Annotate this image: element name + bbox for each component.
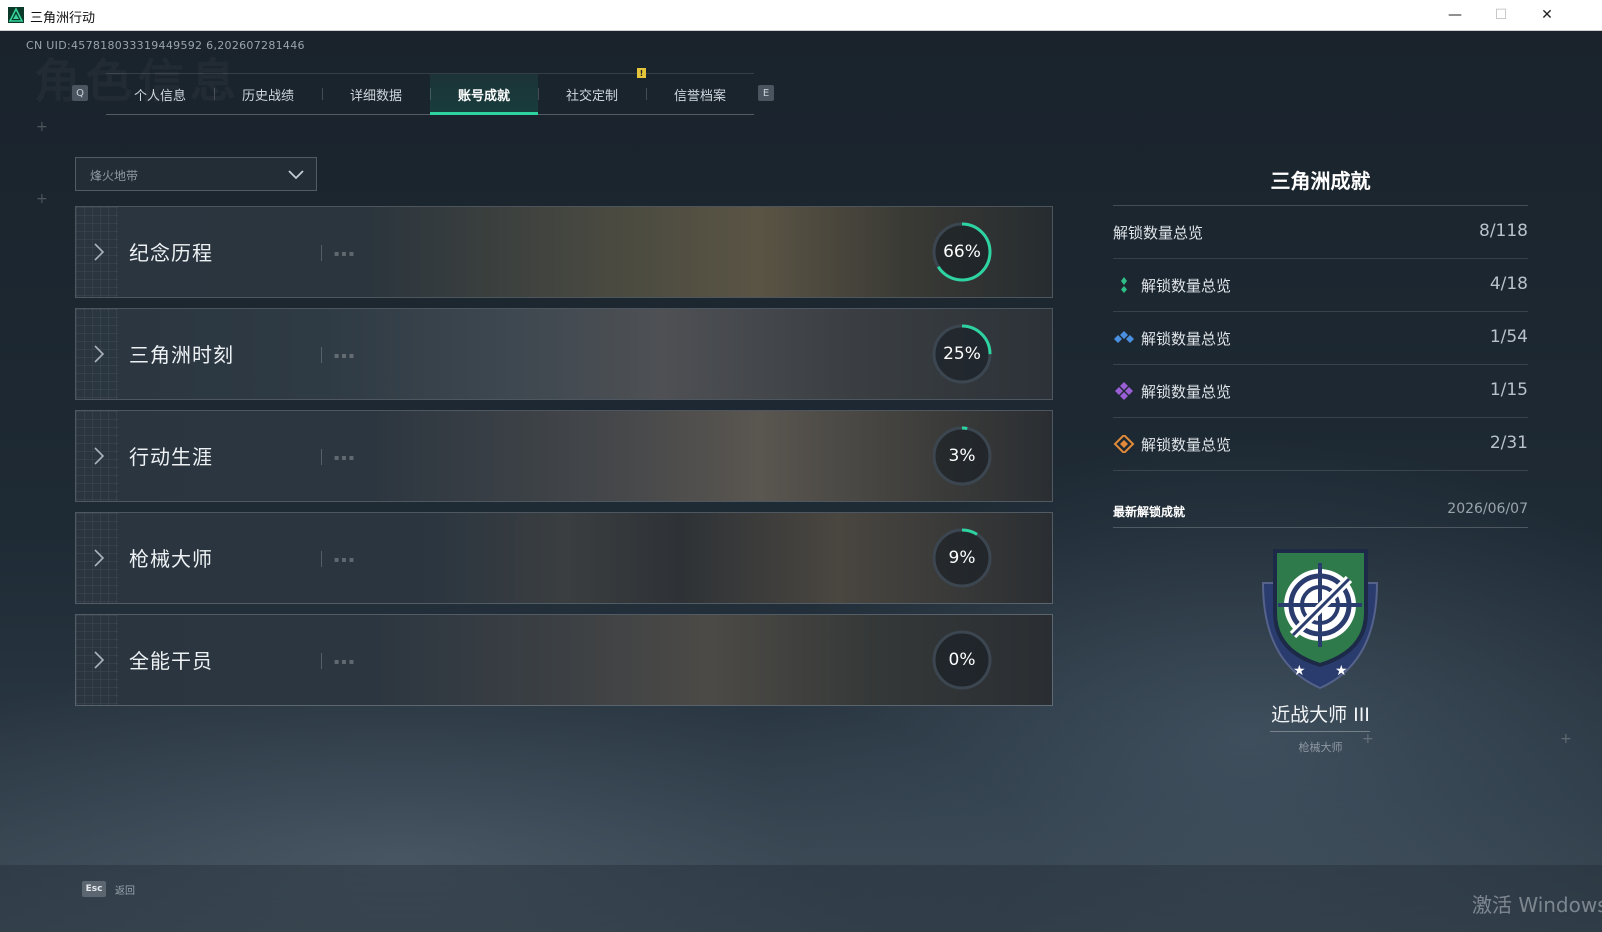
total-unlock-label: 解锁数量总览 (1113, 224, 1204, 242)
chevron-right-icon (94, 549, 105, 567)
category-label: 枪械大师 (129, 547, 213, 571)
tab-strip: 个人信息 历史战绩 详细数据 账号成就 社交定制 信誉档案 (106, 73, 754, 115)
next-tab-key-hint[interactable]: E (758, 85, 774, 101)
tab-account-achievements[interactable]: 账号成就 (430, 74, 538, 115)
achievement-summary-panel: 三角洲成就 解锁数量总览 8/118 解锁数量总览 4/18 解锁数量总览 1/… (1113, 151, 1528, 754)
windows-activation-watermark: 激活 Windows (1472, 893, 1602, 917)
latest-achievement-name: 近战大师 III (1271, 704, 1370, 726)
chevron-down-icon (288, 170, 304, 180)
tier-label: 解锁数量总览 (1141, 383, 1232, 401)
chevron-right-icon (94, 345, 105, 363)
tier-label: 解锁数量总览 (1141, 330, 1232, 348)
total-unlock-count: 8/118 (1479, 221, 1528, 241)
category-card-delta-moments[interactable]: 三角洲时刻 ▪▪▪ 25% (75, 308, 1053, 400)
category-card-memorial[interactable]: 纪念历程 ▪▪▪ 66% (75, 206, 1053, 298)
category-percent: 66% (943, 242, 981, 262)
decor-cross-icon: + (36, 119, 48, 135)
chevron-right-icon (94, 447, 105, 465)
tier-row-blue: 解锁数量总览 1/54 (1113, 312, 1528, 365)
window-title-bar: 三角洲行动 — ☐ ✕ (0, 0, 1602, 31)
game-mode-dropdown[interactable]: 烽火地带 (75, 157, 317, 191)
tier-count: 1/54 (1489, 327, 1528, 347)
tier-row-orange: 解锁数量总览 2/31 (1113, 418, 1528, 471)
close-button[interactable]: ✕ (1524, 0, 1570, 30)
category-card-all-round-operator[interactable]: 全能干员 ▪▪▪ 0% (75, 614, 1053, 706)
category-percent: 9% (948, 548, 976, 568)
decor-cross-icon: + (36, 191, 48, 207)
latest-achievement-card[interactable]: ★ ★ 近战大师 III 枪械大师 (1113, 503, 1528, 763)
category-label: 全能干员 (129, 649, 213, 673)
svg-text:★: ★ (1335, 663, 1348, 679)
category-label: 三角洲时刻 (129, 343, 234, 367)
category-percent: 0% (948, 650, 976, 670)
tab-social-customization[interactable]: 社交定制 (538, 74, 646, 114)
tier-count: 1/15 (1489, 380, 1528, 400)
game-screen: 角色信息 CN UID:457818033319449592 6,2026072… (0, 31, 1602, 932)
minimize-button[interactable]: — (1432, 0, 1478, 30)
tier-row-green: 解锁数量总览 4/18 (1113, 259, 1528, 312)
game-mode-value: 烽火地带 (90, 169, 139, 183)
tier-label: 解锁数量总览 (1141, 277, 1232, 295)
panel-title: 三角洲成就 (1113, 151, 1528, 206)
tab-personal-info[interactable]: 个人信息 (106, 74, 214, 114)
chevron-right-icon (94, 243, 105, 261)
orange-tier-icon (1113, 435, 1135, 453)
app-logo-icon (8, 7, 24, 23)
tab-alert-badge: ! (637, 68, 646, 78)
main-tabs: Q 个人信息 历史战绩 详细数据 账号成就 社交定制 信誉档案 ! E (72, 68, 792, 115)
tab-match-history[interactable]: 历史战绩 (214, 74, 322, 114)
tier-count: 4/18 (1489, 274, 1528, 294)
purple-tier-icon (1115, 382, 1133, 400)
tier-label: 解锁数量总览 (1141, 436, 1232, 454)
category-card-operation-career[interactable]: 行动生涯 ▪▪▪ 3% (75, 410, 1053, 502)
tier-row-purple: 解锁数量总览 1/15 (1113, 365, 1528, 418)
melee-master-badge-icon: ★ ★ (1261, 549, 1379, 690)
decor-cross-icon: + (1560, 731, 1572, 747)
window-title: 三角洲行动 (30, 11, 96, 26)
prev-tab-key-hint[interactable]: Q (72, 85, 88, 101)
category-label: 纪念历程 (129, 241, 213, 265)
player-uid: CN UID:457818033319449592 6,202607281446 (26, 39, 305, 52)
total-unlock-row: 解锁数量总览 8/118 (1113, 206, 1528, 259)
chevron-right-icon (94, 651, 105, 669)
category-percent: 3% (948, 446, 976, 466)
latest-achievement-category: 枪械大师 (1298, 741, 1343, 754)
bottom-bar: Esc 返回 激活 Windows (0, 865, 1602, 932)
achievement-category-list: 纪念历程 ▪▪▪ 66% 三角洲时刻 ▪▪▪ 25% 行动生涯 ▪▪▪ 3% 枪… (75, 206, 1053, 716)
esc-key-hint[interactable]: Esc (82, 881, 106, 897)
back-button[interactable]: 返回 (115, 882, 135, 897)
tab-detailed-stats[interactable]: 详细数据 (322, 74, 430, 114)
svg-text:★: ★ (1293, 663, 1306, 679)
category-label: 行动生涯 (129, 445, 213, 469)
tab-credit-record[interactable]: 信誉档案 (646, 74, 754, 114)
category-card-weapon-master[interactable]: 枪械大师 ▪▪▪ 9% (75, 512, 1053, 604)
green-tier-icon (1121, 277, 1127, 293)
maximize-button[interactable]: ☐ (1478, 0, 1524, 30)
category-percent: 25% (943, 344, 981, 364)
tier-count: 2/31 (1489, 433, 1528, 453)
blue-tier-icon (1114, 331, 1134, 343)
